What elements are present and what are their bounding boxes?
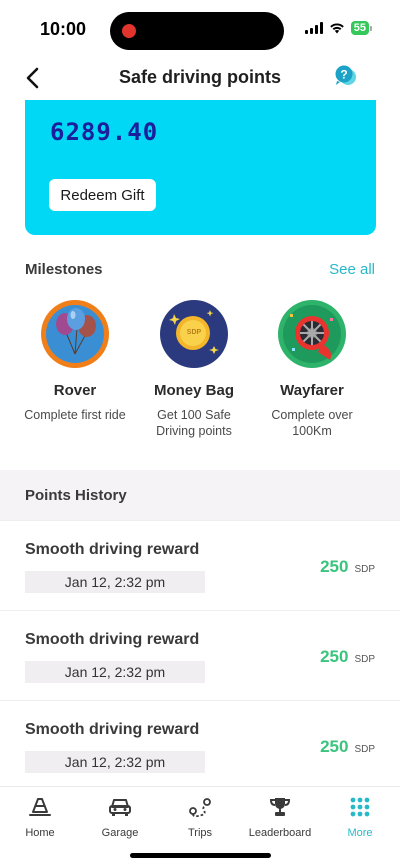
milestone-title: Money Bag [153,382,234,399]
tab-more[interactable]: More [320,795,400,839]
status-icons: 55 [304,21,372,35]
history-points: 250 SDP [320,647,375,667]
history-amount: 250 [320,647,349,666]
history-amount: 250 [320,737,349,756]
tab-garage[interactable]: Garage [80,795,160,839]
grid-dots-icon [320,795,400,819]
scroll-content[interactable]: 6289.40 Redeem Gift Milestones See all R… [0,100,400,786]
milestones-heading: Milestones [25,261,103,278]
battery-tip [370,25,372,31]
svg-text:?: ? [340,68,347,82]
home-cone-icon [0,795,80,819]
wheel-icon [278,300,346,368]
coin-icon: SDP [160,300,228,368]
milestone-money-bag[interactable]: SDP Money Bag Get 100 Safe Driving point… [134,300,254,439]
tab-label: Trips [187,827,213,839]
battery-icon: 55 [350,21,369,35]
see-all-link[interactable]: See all [329,261,375,278]
coin-label: SDP [186,329,202,336]
status-bar: 10:00 55 [0,0,400,56]
milestone-rover[interactable]: Rover Complete first ride [15,300,135,423]
history-row[interactable]: Smooth driving reward Jan 12, 2:32 pm 25… [0,520,400,610]
history-amount: 250 [320,557,349,576]
points-history-heading: Points History [25,487,127,504]
wifi-icon [329,22,345,34]
header: Safe driving points ? [0,56,400,100]
tab-trips[interactable]: Trips [160,795,240,839]
history-title: Smooth driving reward [25,541,200,558]
history-date: Jan 12, 2:32 pm [25,751,205,773]
milestone-description: Get 100 Safe Driving points [156,408,232,438]
history-unit: SDP [354,744,375,755]
help-chat-icon[interactable]: ? [334,64,358,88]
history-row[interactable]: Smooth driving reward Jan 12, 2:32 pm 25… [0,610,400,700]
recording-indicator-icon [122,24,136,38]
trophy-icon [240,795,320,819]
milestone-title: Wayfarer [280,382,344,399]
balloons-icon [41,300,109,368]
route-icon [160,795,240,819]
points-card: 6289.40 Redeem Gift [25,100,376,235]
milestone-wayfarer[interactable]: Wayfarer Complete over 100Km [252,300,372,439]
history-unit: SDP [354,564,375,575]
tab-leaderboard[interactable]: Leaderboard [240,795,320,839]
car-icon [80,795,160,819]
redeem-gift-button[interactable]: Redeem Gift [49,179,156,211]
tab-label: More [347,827,373,839]
history-row[interactable]: Smooth driving reward Jan 12, 2:32 pm 25… [0,700,400,786]
milestone-description: Complete first ride [24,408,126,422]
status-time: 10:00 [40,19,87,39]
history-title: Smooth driving reward [25,631,200,648]
tab-label: Leaderboard [248,827,312,839]
history-points: 250 SDP [320,737,375,757]
tab-label: Garage [101,827,139,839]
cellular-signal-icon [304,22,323,34]
tab-label: Home [25,827,55,839]
history-points: 250 SDP [320,557,375,577]
milestone-title: Rover [53,382,97,399]
history-date: Jan 12, 2:32 pm [25,571,205,593]
history-title: Smooth driving reward [25,721,200,738]
home-indicator[interactable] [130,853,271,858]
dynamic-island [110,12,284,50]
milestone-description: Complete over 100Km [271,408,353,438]
points-balance: 6289.40 [50,118,159,146]
tab-home[interactable]: Home [0,795,80,839]
history-date: Jan 12, 2:32 pm [25,661,205,683]
history-unit: SDP [354,654,375,665]
points-history-header: Points History [0,470,400,520]
